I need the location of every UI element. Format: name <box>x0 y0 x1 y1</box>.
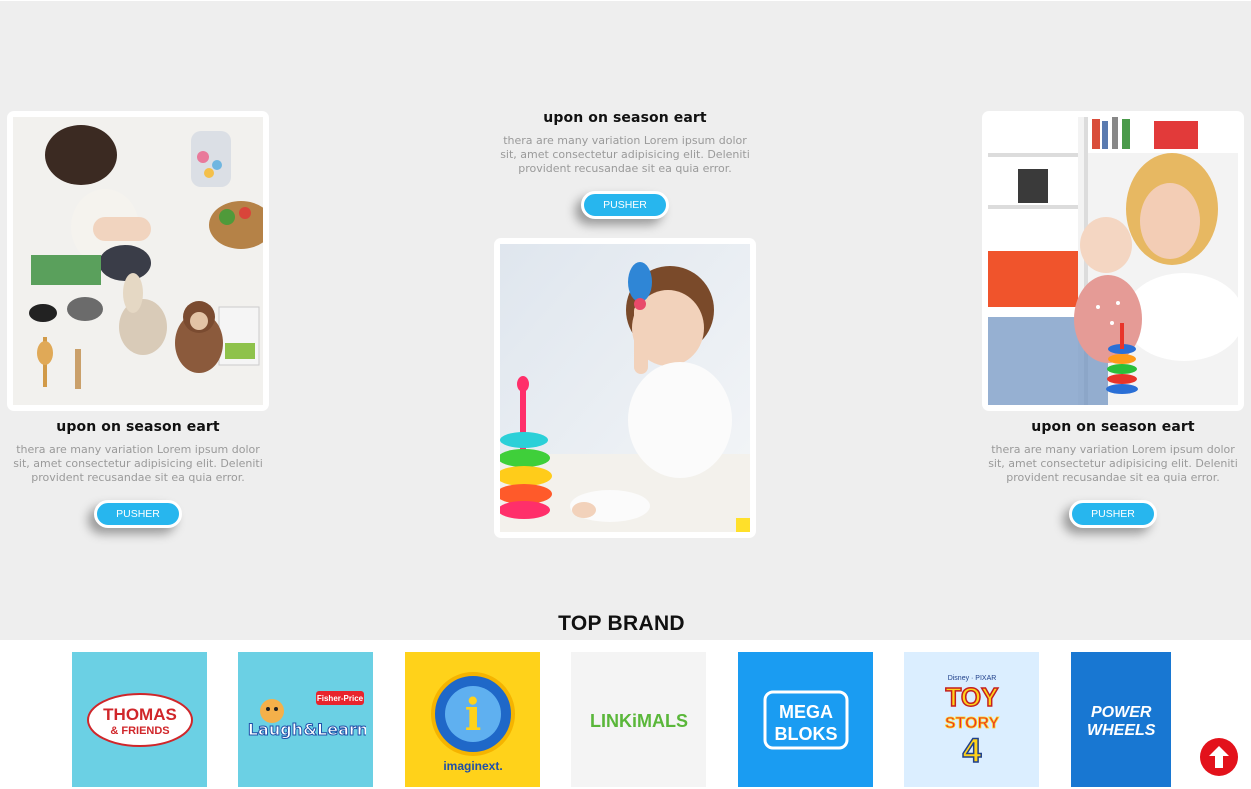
baby-with-rattle-photo <box>500 244 750 532</box>
brand-power-line2: WHEELS <box>1087 722 1156 739</box>
brand-toy-line3: 4 <box>962 732 981 770</box>
card-image-frame-2 <box>494 238 756 538</box>
pusher-button-3[interactable]: PUSHER <box>1069 500 1157 528</box>
power-wheels-logo: POWER WHEELS <box>1087 704 1156 739</box>
toy-story-4-logo: Disney · PIXAR TOY STORY 4 <box>944 675 999 770</box>
brand-strip: THOMAS & FRIENDS Fisher-Price Laugh&Lear… <box>0 640 1251 789</box>
linkimals-logo: LINKiMALS <box>590 711 688 731</box>
top-divider <box>0 0 1251 1</box>
brand-linkimals-line1: LINKiMALS <box>590 711 688 731</box>
brand-laugh-learn[interactable]: Fisher-Price Laugh&Learn <box>238 652 373 787</box>
card-title-2: upon on season eart <box>543 110 707 126</box>
card-image-3 <box>988 117 1238 405</box>
card-description-1: thera are many variation Lorem ipsum dol… <box>13 443 263 484</box>
thomas-friends-logo: THOMAS & FRIENDS <box>86 692 193 747</box>
brand-mega-line1: MEGA <box>779 702 833 722</box>
arrow-up-icon <box>1209 746 1229 768</box>
brand-toy-line1: TOY <box>945 682 998 712</box>
brand-imaginext-line2: imaginext. <box>443 759 502 773</box>
mother-and-baby-photo <box>988 117 1238 405</box>
brand-power-line1: POWER <box>1091 704 1152 721</box>
brand-toy-line0: Disney · PIXAR <box>947 675 996 682</box>
brand-toy-line2: STORY <box>944 715 999 732</box>
card-image-frame-1 <box>7 111 269 411</box>
pusher-button-1[interactable]: PUSHER <box>94 500 182 528</box>
top-brand-heading: TOP BRAND <box>558 612 685 635</box>
laugh-learn-logo: Fisher-Price Laugh&Learn <box>247 690 366 739</box>
brand-imaginext[interactable]: i imaginext. <box>405 652 540 787</box>
brand-laugh-line2: Laugh&Learn <box>247 720 365 739</box>
brand-thomas-line2: & FRIENDS <box>110 725 169 737</box>
card-description-3: thera are many variation Lorem ipsum dol… <box>988 443 1238 484</box>
brand-thomas-friends[interactable]: THOMAS & FRIENDS <box>72 652 207 787</box>
brand-laugh-line1: Fisher-Price <box>316 694 363 703</box>
brand-imaginext-line1: i <box>464 690 481 741</box>
imaginext-logo: i imaginext. <box>430 671 515 773</box>
brand-toy-story-4[interactable]: Disney · PIXAR TOY STORY 4 <box>904 652 1039 787</box>
card-image-1 <box>13 117 263 405</box>
brand-mega-bloks[interactable]: MEGA BLOKS <box>738 652 873 787</box>
brand-linkimals[interactable]: LINKiMALS <box>571 652 706 787</box>
brand-power-wheels[interactable]: POWER WHEELS <box>1071 652 1171 787</box>
card-description-2: thera are many variation Lorem ipsum dol… <box>500 134 750 175</box>
card-image-frame-3 <box>982 111 1244 411</box>
brand-mega-line2: BLOKS <box>774 724 837 744</box>
card-title-3: upon on season eart <box>1031 419 1195 435</box>
pusher-button-2[interactable]: PUSHER <box>581 191 669 219</box>
mega-bloks-logo: MEGA BLOKS <box>763 690 848 749</box>
brand-thomas-line1: THOMAS <box>103 705 177 724</box>
card-image-2 <box>500 244 750 532</box>
baby-with-toys-photo <box>13 117 263 405</box>
card-title-1: upon on season eart <box>56 419 220 435</box>
scroll-to-top-button[interactable] <box>1200 738 1238 776</box>
